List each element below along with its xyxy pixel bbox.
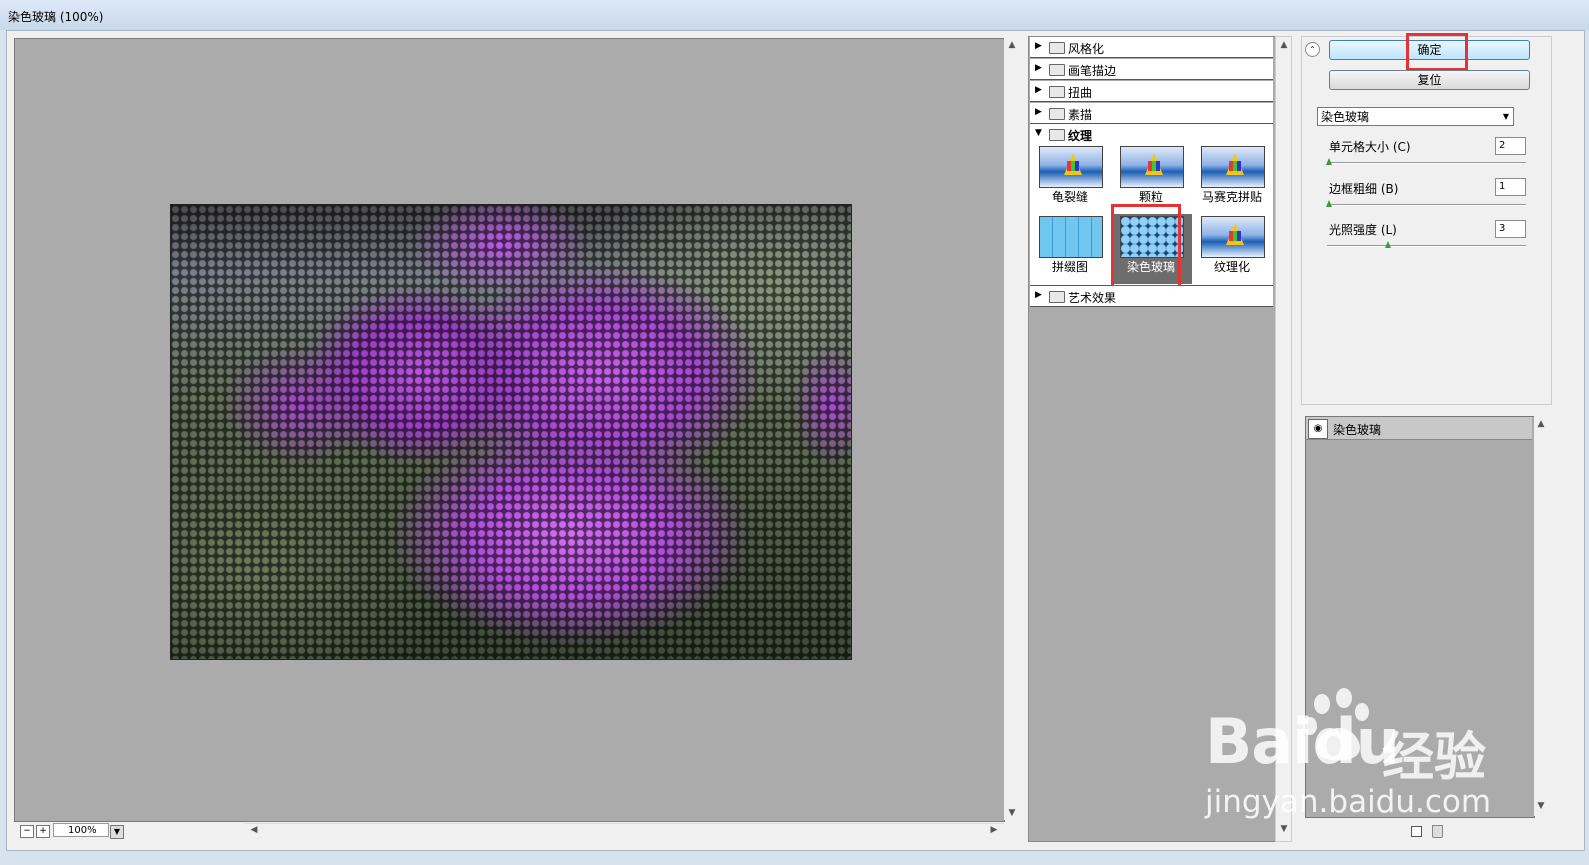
category-label: 纹理 [1068,129,1093,143]
expand-arrow-icon[interactable]: ▶ [1035,107,1042,117]
mosaic-tiles-thumbnail [1201,146,1265,188]
cell-size-slider[interactable] [1327,162,1526,164]
filter-thumb-mosaic-tiles[interactable]: 马赛克拼贴 [1192,144,1273,214]
filter-select[interactable]: 染色玻璃 ▼ [1317,107,1514,126]
category-sketch[interactable]: ▶ 素描 [1030,103,1273,124]
new-effect-layer-icon[interactable] [1411,826,1422,837]
window-title: 染色玻璃 (100%) [8,10,104,24]
layers-scrollbar[interactable]: ▲ ▼ [1534,416,1548,816]
border-thickness-label: 边框粗细 (B) [1329,182,1399,196]
expand-arrow-icon[interactable]: ▶ [1035,41,1042,51]
filter-label: 颗粒 [1138,190,1163,204]
watermark-jingyan: 经验 [1382,728,1487,788]
watermark-url: jingyan.baidu.com [1205,784,1492,820]
filter-thumb-craquelure[interactable]: 龟裂缝 [1030,144,1111,214]
category-label: 素描 [1068,108,1093,122]
watermark-brand: Baidu [1205,705,1400,778]
highlight-box [1111,204,1181,288]
collapse-gallery-icon[interactable]: ⌃ [1305,42,1320,57]
zoom-dropdown-icon[interactable]: ▼ [110,825,124,839]
border-thickness-input[interactable]: 1 [1495,178,1526,196]
category-label: 艺术效果 [1068,291,1117,305]
folder-icon [1049,42,1065,54]
folder-icon [1049,108,1065,120]
category-artistic[interactable]: ▶ 艺术效果 [1030,286,1273,307]
patchwork-thumbnail [1039,216,1103,258]
zoom-out-button[interactable]: − [20,825,34,838]
cell-size-slider-thumb[interactable] [1326,158,1332,165]
trash-icon[interactable] [1432,825,1443,838]
collapse-arrow-icon[interactable]: ▼ [1035,128,1042,138]
expand-arrow-icon[interactable]: ▶ [1035,63,1042,73]
reset-button[interactable]: 复位 [1329,70,1530,90]
scroll-down-icon[interactable]: ▼ [1004,808,1020,818]
scroll-up-icon[interactable]: ▲ [1004,40,1020,50]
filter-label: 龟裂缝 [1051,190,1088,204]
zoom-in-button[interactable]: + [36,825,50,838]
scroll-up-icon[interactable]: ▲ [1533,419,1549,429]
folder-icon [1049,64,1065,76]
folder-open-icon [1049,129,1065,141]
filter-thumb-patchwork[interactable]: 拼缀图 [1030,214,1111,284]
filter-label: 纹理化 [1213,260,1250,274]
expand-arrow-icon[interactable]: ▶ [1035,290,1042,300]
chevron-down-icon: ▼ [1502,112,1509,121]
preview-vertical-scrollbar[interactable]: ▲ ▼ [1004,38,1020,820]
light-intensity-slider[interactable] [1327,245,1526,247]
cell-size-label: 单元格大小 (C) [1329,140,1411,154]
border-thickness-slider[interactable] [1327,204,1526,206]
category-label: 画笔描边 [1068,64,1117,78]
scroll-left-icon[interactable]: ◀ [246,825,262,835]
scroll-down-icon[interactable]: ▼ [1533,801,1549,811]
scroll-right-icon[interactable]: ▶ [986,825,1002,835]
cell-size-input[interactable]: 2 [1495,137,1526,155]
filter-select-value: 染色玻璃 [1321,110,1370,124]
category-label: 扭曲 [1068,86,1093,100]
light-intensity-label: 光照强度 (L) [1329,223,1397,237]
title-bar: 染色玻璃 (100%) [0,0,1589,30]
scroll-down-icon[interactable]: ▼ [1276,824,1292,834]
light-intensity-slider-thumb[interactable] [1385,241,1391,248]
category-brush-strokes[interactable]: ▶ 画笔描边 [1030,59,1273,80]
folder-icon [1049,86,1065,98]
highlight-box [1406,33,1468,71]
folder-icon [1049,291,1065,303]
preview-horizontal-scrollbar[interactable]: ◀ ▶ [244,823,1004,839]
filter-label: 拼缀图 [1051,260,1088,274]
light-intensity-input[interactable]: 3 [1495,220,1526,238]
craquelure-thumbnail [1039,146,1103,188]
eye-icon[interactable]: ◉ [1308,419,1328,439]
preview-image [170,204,852,660]
category-label: 风格化 [1068,42,1105,56]
filter-thumb-texturizer[interactable]: 纹理化 [1192,214,1273,284]
scroll-up-icon[interactable]: ▲ [1276,40,1292,50]
zoom-level-field[interactable]: 100% [53,823,109,837]
expand-arrow-icon[interactable]: ▶ [1035,85,1042,95]
filter-label: 马赛克拼贴 [1201,190,1262,204]
effect-layer-name: 染色玻璃 [1333,423,1382,437]
border-thickness-slider-thumb[interactable] [1326,200,1332,207]
texturizer-thumbnail [1201,216,1265,258]
category-distort[interactable]: ▶ 扭曲 [1030,81,1273,102]
category-stylize[interactable]: ▶ 风格化 [1030,37,1273,58]
category-texture[interactable]: ▼ 纹理 [1030,124,1273,145]
grain-thumbnail [1120,146,1184,188]
preview-canvas[interactable] [14,38,1005,822]
